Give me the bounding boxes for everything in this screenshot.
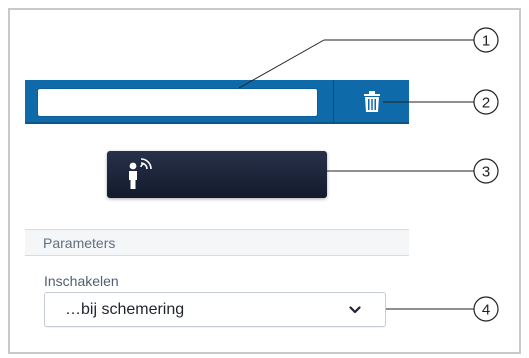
- parameters-title: Parameters: [43, 235, 116, 251]
- switch-on-selected-value: …bij schemering: [65, 301, 185, 318]
- chevron-down-icon: [349, 306, 361, 314]
- trash-icon: [363, 91, 380, 112]
- parameters-section-header: Parameters: [25, 229, 409, 256]
- person-remote-icon: [129, 158, 152, 189]
- switch-on-label: Inschakelen: [44, 273, 119, 289]
- delete-button[interactable]: [334, 80, 409, 124]
- switch-on-select[interactable]: …bij schemering: [44, 292, 386, 327]
- device-function-button[interactable]: [107, 151, 327, 198]
- name-input[interactable]: [37, 88, 318, 117]
